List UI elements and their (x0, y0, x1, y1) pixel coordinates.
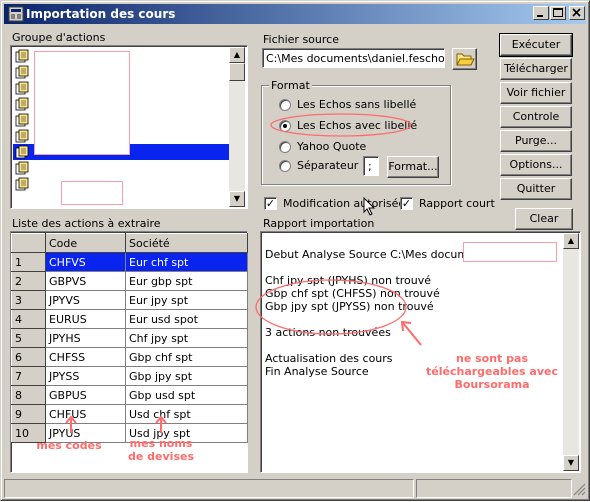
main-window: Importation des cours Groupe d'actions D… (0, 0, 590, 501)
status-panel (4, 479, 414, 498)
annotation-boursorama-2: téléchargeables avec (426, 365, 558, 378)
resize-grip-icon[interactable] (572, 482, 586, 496)
annotation-overlay (65, 113, 422, 433)
annotation-codes: mes codes (36, 439, 102, 452)
arrow-icon (402, 322, 422, 346)
highlight-ellipse (255, 279, 407, 335)
status-bar (4, 479, 586, 498)
annotation-boursorama-1: ne sont pas (456, 352, 528, 365)
annotation-boursorama-3: Boursorama (454, 378, 530, 391)
annotation-noms-2: de devises (128, 450, 194, 463)
highlight-ellipse (270, 113, 412, 137)
annotation-noms-1: mes noms (129, 437, 193, 450)
status-panel (416, 479, 572, 498)
